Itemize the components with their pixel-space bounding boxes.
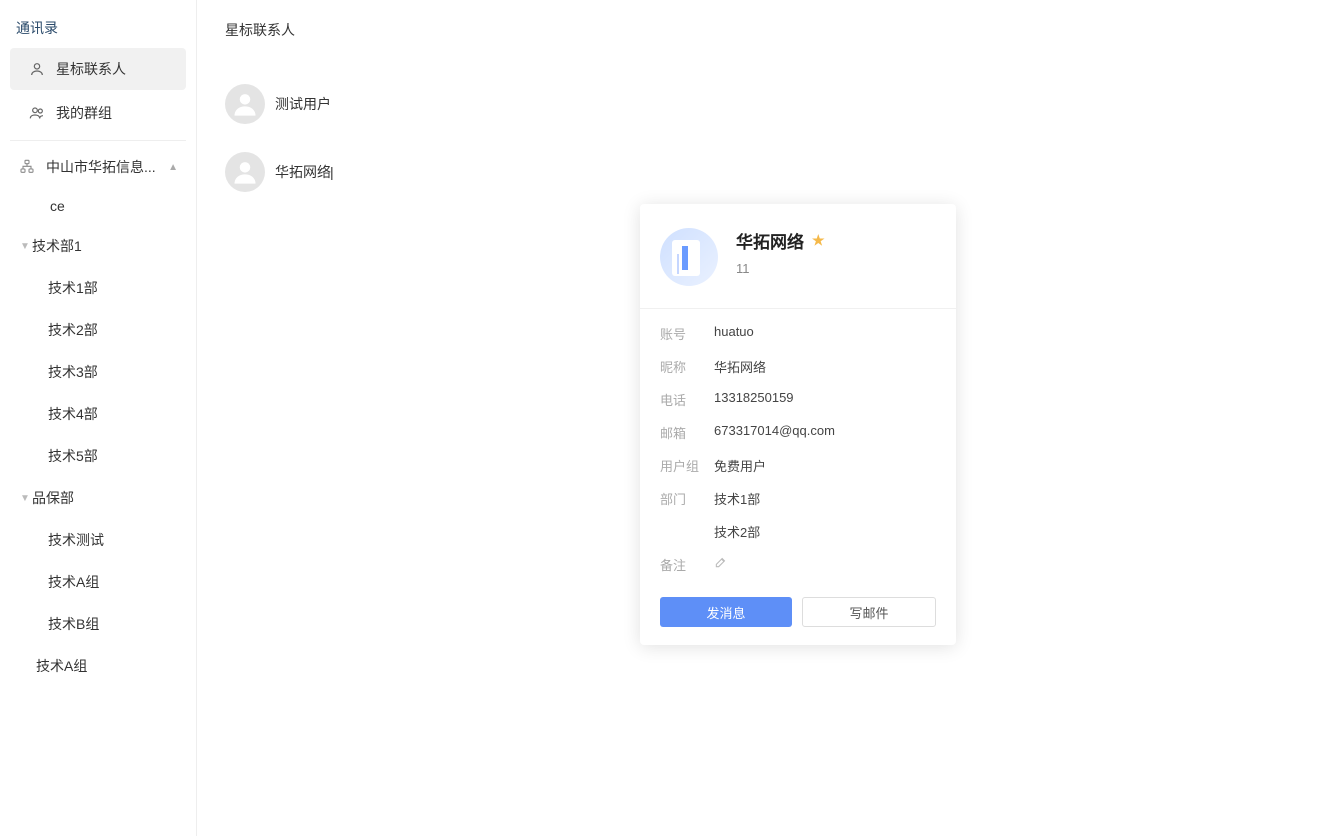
nav-starred[interactable]: 星标联系人 [10,48,186,90]
tree-tech1-2[interactable]: 技术2部 [0,309,196,351]
divider [10,140,186,141]
contact-row[interactable]: 测试用户 [225,70,1289,138]
org-root[interactable]: 中山市华拓信息... ▲ [0,147,196,187]
card-body: 账号 huatuo 昵称 华拓网络 电话 13318250159 邮箱 6733… [640,308,956,581]
tree-qa-1[interactable]: 技术测试 [0,519,196,561]
card-footer: 发消息 写邮件 [640,581,956,645]
field-email: 邮箱 673317014@qq.com [640,416,956,449]
field-account: 账号 huatuo [640,317,956,350]
field-value: 13318250159 [714,390,794,409]
edit-icon[interactable] [714,555,728,574]
tree-tech1-1[interactable]: 技术1部 [0,267,196,309]
field-usergroup: 用户组 免费用户 [640,449,956,482]
send-message-button[interactable]: 发消息 [660,597,792,627]
tree-tech1-label: 技术部1 [32,236,82,256]
tree-qa-3[interactable]: 技术B组 [0,603,196,645]
chevron-up-icon: ▲ [168,162,178,173]
avatar [225,152,265,192]
tree-ce[interactable]: ce [0,187,196,225]
tree-qa[interactable]: ▼ 品保部 [0,477,196,519]
sidebar-title: 通讯录 [0,10,196,46]
contact-name: 华拓网络 [275,162,334,182]
field-value: 673317014@qq.com [714,423,835,442]
contact-name: 测试用户 [275,94,331,114]
contact-row[interactable]: 华拓网络 [225,138,1289,206]
field-value: 华拓网络 [714,357,766,376]
tree-techA[interactable]: 技术A组 [0,645,196,687]
field-dept2: 技术2部 [640,515,956,548]
contact-card: 华拓网络 ★ 11 账号 huatuo 昵称 华拓网络 电话 133182501… [640,204,956,645]
field-value: 免费用户 [714,456,766,475]
nav-groups-label: 我的群组 [56,103,112,123]
tree-ce-label: ce [50,198,65,214]
card-header: 华拓网络 ★ 11 [640,204,956,308]
field-label: 备注 [660,555,714,574]
tree-tech1[interactable]: ▼ 技术部1 [0,225,196,267]
star-icon[interactable]: ★ [812,232,825,249]
card-name-text: 华拓网络 [736,228,804,253]
tree-tech1-3[interactable]: 技术3部 [0,351,196,393]
field-phone: 电话 13318250159 [640,383,956,416]
spacer [660,522,714,541]
nav-starred-label: 星标联系人 [56,59,126,79]
field-label: 电话 [660,390,714,409]
nav-groups[interactable]: 我的群组 [10,92,186,134]
field-value: 技术1部 [714,489,760,508]
tree-tech1-5[interactable]: 技术5部 [0,435,196,477]
person-icon [28,60,46,78]
sidebar: 通讯录 星标联系人 我的群组 中山市华拓信息... ▲ ce ▼ 技术部1 技术… [0,0,197,836]
caret-down-icon: ▼ [18,241,32,252]
org-icon [18,158,36,176]
org-name: 中山市华拓信息... [46,157,156,177]
caret-down-icon: ▼ [18,493,32,504]
field-value: 技术2部 [714,522,760,541]
avatar [225,84,265,124]
field-dept: 部门 技术1部 [640,482,956,515]
write-mail-button[interactable]: 写邮件 [802,597,936,627]
card-avatar [660,228,718,286]
main-title: 星标联系人 [225,20,1289,40]
field-label: 部门 [660,489,714,508]
field-label: 昵称 [660,357,714,376]
card-name: 华拓网络 ★ [736,228,825,253]
tree-techA-label: 技术A组 [36,656,87,676]
tree-qa-2[interactable]: 技术A组 [0,561,196,603]
card-sub: 11 [736,261,825,276]
field-label: 用户组 [660,456,714,475]
field-label: 邮箱 [660,423,714,442]
field-value: huatuo [714,324,754,343]
tree-tech1-4[interactable]: 技术4部 [0,393,196,435]
field-note: 备注 [640,548,956,581]
field-nickname: 昵称 华拓网络 [640,350,956,383]
tree-qa-label: 品保部 [32,488,74,508]
field-label: 账号 [660,324,714,343]
people-icon [28,104,46,122]
